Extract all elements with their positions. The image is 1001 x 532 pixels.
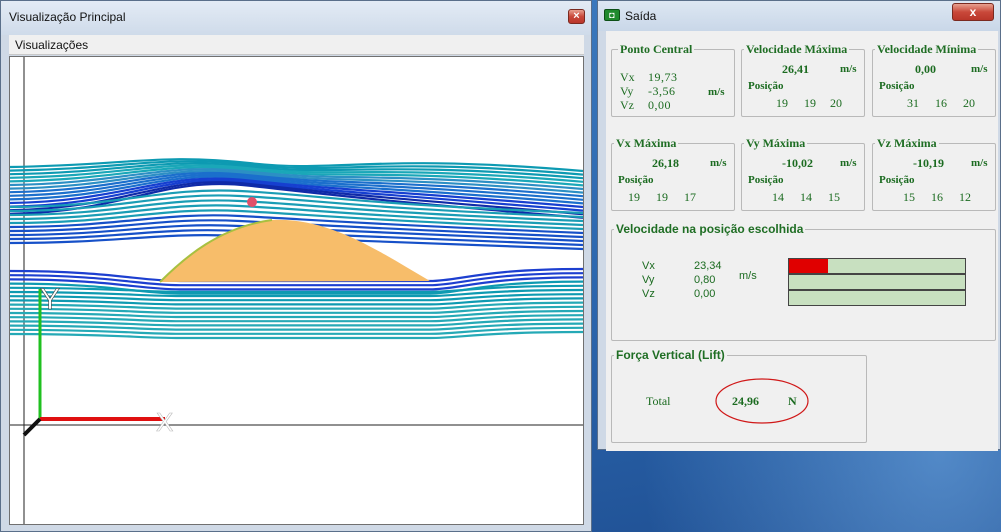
pos-x: 15 (903, 190, 915, 204)
unit-newton: N (788, 394, 797, 408)
unit-ms: m/s (708, 86, 725, 98)
pos-y: 19 (804, 96, 816, 110)
value-vz: 0,00 (648, 98, 671, 112)
group-legend: Vx Máxima (614, 136, 679, 151)
value-total-lift: 24,96 (732, 394, 759, 408)
label-posicao: Posição (748, 174, 784, 186)
label-vz: Vz (620, 98, 634, 112)
pos-y: 19 (656, 190, 668, 204)
group-vz-maxima: Vz Máxima -10,19 m/s Posição 15 16 12 (872, 136, 996, 211)
value-vx-maxima: 26,18 (652, 156, 679, 170)
pos-z: 17 (684, 190, 696, 204)
main-visualization-window: Visualização Principal × Visualizações Y… (0, 0, 592, 532)
group-legend: Vy Máxima (744, 136, 808, 151)
label-posicao: Posição (748, 80, 784, 92)
unit-ms: m/s (971, 63, 988, 75)
pos-y: 14 (800, 190, 812, 204)
output-window: ◘ Saída x Ponto Central Vx 19,73 Vy -3,5… (597, 0, 1001, 451)
group-legend: Velocidade na posição escolhida (614, 222, 806, 236)
group-vy-maxima: Vy Máxima -10,02 m/s Posição 14 14 15 (741, 136, 865, 211)
label-vx: Vx (642, 260, 655, 272)
value-velocidade-maxima: 26,41 (782, 62, 809, 76)
group-velocidade-maxima: Velocidade Máxima 26,41 m/s Posição 19 1… (741, 42, 865, 117)
bar-vz (788, 290, 966, 306)
unit-ms: m/s (710, 157, 727, 169)
pos-z: 15 (828, 190, 840, 204)
label-posicao: Posição (618, 174, 654, 186)
bar-vx (788, 258, 966, 274)
axis-y-label: Y (40, 283, 60, 316)
label-vz: Vz (642, 288, 655, 300)
group-forca-vertical: Força Vertical (Lift) Total 24,96 N (611, 348, 867, 443)
group-legend: Ponto Central (618, 42, 695, 57)
main-window-titlebar[interactable]: Visualização Principal × (1, 1, 591, 35)
label-vx: Vx (620, 70, 635, 84)
value-vy: -3,56 (648, 84, 676, 98)
menu-item-visualizacoes[interactable]: Visualizações (15, 38, 88, 52)
label-vy: Vy (620, 84, 634, 98)
bar-vy (788, 274, 966, 290)
label-posicao: Posição (879, 80, 915, 92)
probe-marker (247, 197, 257, 207)
axis-z (22, 417, 42, 437)
group-legend: Velocidade Mínima (875, 42, 979, 57)
group-velocidade-minima: Velocidade Mínima 0,00 m/s Posição 31 16… (872, 42, 996, 117)
unit-ms: m/s (840, 157, 857, 169)
bar-fill-vx (789, 259, 828, 273)
pos-x: 19 (628, 190, 640, 204)
app-icon: ◘ (604, 9, 620, 21)
main-window-title: Visualização Principal (9, 10, 126, 24)
value-velocidade-minima: 0,00 (915, 62, 936, 76)
output-content: Ponto Central Vx 19,73 Vy -3,56 m/s Vz 0… (606, 31, 998, 451)
unit-ms: m/s (840, 63, 857, 75)
group-legend: Força Vertical (Lift) (614, 348, 727, 362)
output-window-title: Saída (625, 9, 657, 23)
group-ponto-central: Ponto Central Vx 19,73 Vy -3,56 m/s Vz 0… (611, 42, 735, 117)
unit-ms: m/s (739, 270, 757, 282)
flow-visualization: YX (10, 57, 583, 524)
pos-y: 16 (931, 190, 943, 204)
pos-z: 20 (830, 96, 842, 110)
output-window-titlebar[interactable]: ◘ Saída x (598, 1, 1000, 31)
group-vx-maxima: Vx Máxima 26,18 m/s Posição 19 19 17 (611, 136, 735, 211)
pos-y: 16 (935, 96, 947, 110)
group-legend: Vz Máxima (875, 136, 939, 151)
close-button[interactable]: x (952, 3, 994, 21)
unit-ms: m/s (971, 157, 988, 169)
value-vz-maxima: -10,19 (913, 156, 944, 170)
axis-x-label: X (156, 407, 173, 437)
menu-bar: Visualizações (9, 35, 584, 55)
velocity-bars (788, 258, 966, 310)
value-vx: 23,34 (694, 260, 722, 272)
pos-x: 19 (776, 96, 788, 110)
value-vy-maxima: -10,02 (782, 156, 813, 170)
value-vy: 0,80 (694, 274, 716, 286)
pos-z: 20 (963, 96, 975, 110)
3d-viewport[interactable]: YX (9, 56, 584, 525)
value-vx: 19,73 (648, 70, 678, 84)
pos-z: 12 (959, 190, 971, 204)
value-vz: 0,00 (694, 288, 716, 300)
pos-x: 31 (907, 96, 919, 110)
pos-x: 14 (772, 190, 784, 204)
label-posicao: Posição (879, 174, 915, 186)
group-legend: Velocidade Máxima (744, 42, 850, 57)
group-velocidade-posicao: Velocidade na posição escolhida Vx 23,34… (611, 222, 996, 341)
close-button[interactable]: × (568, 9, 585, 24)
label-vy: Vy (642, 274, 655, 286)
highlight-ellipse (715, 378, 809, 424)
label-total: Total (646, 394, 671, 408)
